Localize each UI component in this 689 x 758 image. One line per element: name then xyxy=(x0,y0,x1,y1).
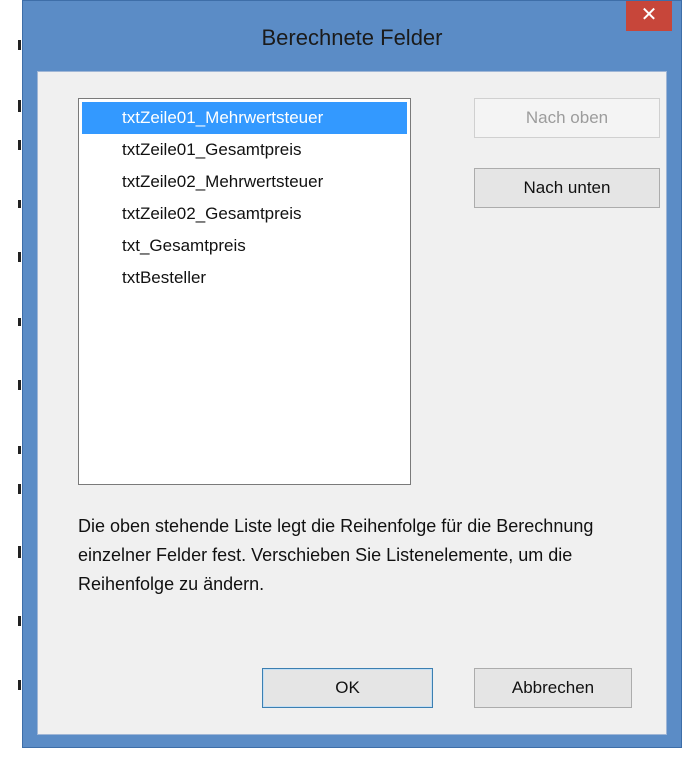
list-item[interactable]: txtZeile01_Mehrwertsteuer xyxy=(82,102,407,134)
list-item[interactable]: txtZeile02_Gesamtpreis xyxy=(79,198,410,230)
title-bar[interactable]: Berechnete Felder ✕ xyxy=(23,1,681,71)
list-item[interactable]: txt_Gesamtpreis xyxy=(79,230,410,262)
list-item[interactable]: txtZeile01_Gesamtpreis xyxy=(79,134,410,166)
dialog-title: Berechnete Felder xyxy=(261,25,443,50)
move-down-button[interactable]: Nach unten xyxy=(474,168,660,208)
ok-button[interactable]: OK xyxy=(262,668,433,708)
background-window-edge xyxy=(0,0,22,758)
list-item[interactable]: txtZeile02_Mehrwertsteuer xyxy=(79,166,410,198)
dialog-window: Berechnete Felder ✕ txtZeile01_Mehrwerts… xyxy=(22,0,682,748)
dialog-content: txtZeile01_Mehrwertsteuer txtZeile01_Gesa… xyxy=(37,71,667,735)
list-item[interactable]: txtBesteller xyxy=(79,262,410,294)
close-icon: ✕ xyxy=(640,4,658,26)
description-text: Die oben stehende Liste legt die Reihenf… xyxy=(78,516,594,594)
close-button[interactable]: ✕ xyxy=(626,1,672,31)
calculated-fields-list[interactable]: txtZeile01_Mehrwertsteuer txtZeile01_Gesa… xyxy=(78,98,411,485)
cancel-button[interactable]: Abbrechen xyxy=(474,668,632,708)
move-up-button[interactable]: Nach oben xyxy=(474,98,660,138)
